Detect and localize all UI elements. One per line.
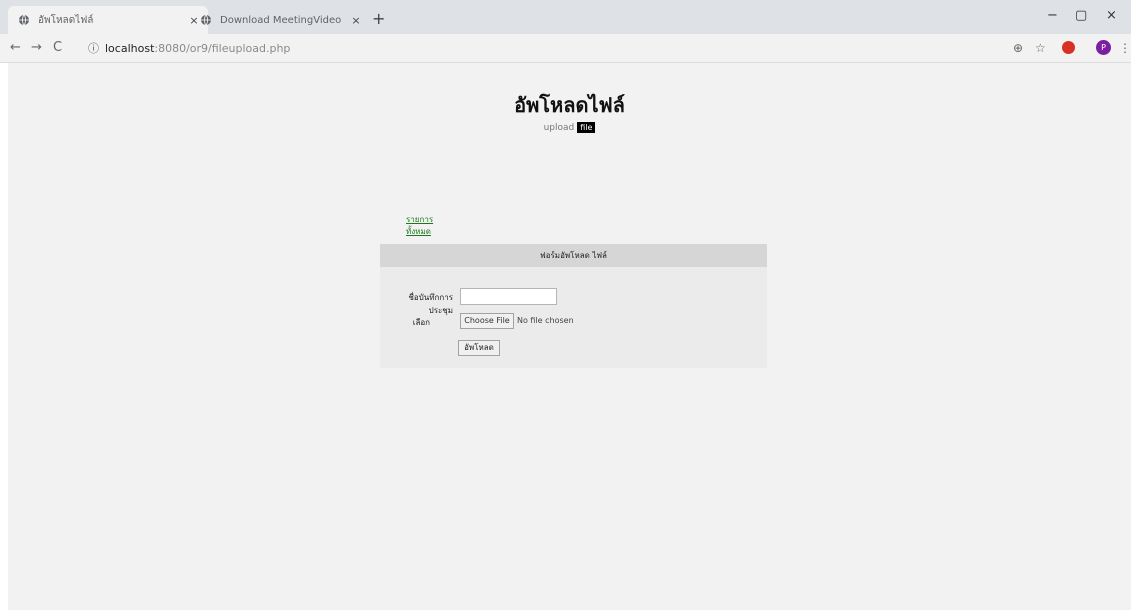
meeting-note-input[interactable] — [460, 288, 557, 305]
new-tab-button[interactable]: + — [372, 11, 385, 27]
file-label: เลือก — [412, 318, 430, 327]
subtitle-tag: file — [577, 122, 596, 133]
bookmark-star-icon[interactable]: ☆ — [1035, 41, 1046, 55]
tab-strip: อัพโหลดไฟล์ × Download MeetingVideo × + … — [0, 0, 1131, 34]
all-link[interactable]: ทั้งหมด — [406, 225, 431, 238]
tab-title: Download MeetingVideo — [220, 14, 342, 26]
tab-title: อัพโหลดไฟล์ — [38, 14, 94, 26]
url-host: localhost — [105, 41, 155, 55]
tab-upload[interactable]: อัพโหลดไฟล์ × — [8, 6, 208, 34]
browser-menu-icon[interactable]: ⋮ — [1119, 41, 1131, 55]
subtitle-text: upload — [543, 123, 575, 133]
browser-window: อัพโหลดไฟล์ × Download MeetingVideo × + … — [0, 0, 1131, 610]
adblock-extension-icon[interactable] — [1062, 41, 1075, 54]
info-icon[interactable]: ⓘ — [88, 40, 99, 56]
back-icon[interactable]: ← — [10, 40, 21, 55]
minimize-button[interactable]: − — [1047, 8, 1058, 23]
browser-toolbar: ← → C ⓘ localhost:8080/or9/fileupload.ph… — [0, 34, 1131, 63]
page-content: อัพโหลดไฟล์ upload file รายการ ทั้งหมด ฟอ… — [8, 63, 1131, 610]
reload-icon[interactable]: C — [53, 40, 62, 55]
globe-icon — [200, 14, 212, 26]
page-subtitle: upload file — [8, 122, 1131, 133]
upload-form-header: ฟอร์มอัพโหลด ไฟล์ — [380, 244, 767, 267]
profile-avatar[interactable]: P — [1096, 40, 1111, 55]
close-tab-icon[interactable]: × — [348, 14, 364, 27]
forward-icon[interactable]: → — [31, 40, 42, 55]
address-bar[interactable]: ⓘ localhost:8080/or9/fileupload.php — [88, 39, 1018, 57]
tab-download-meeting-video[interactable]: Download MeetingVideo × — [190, 6, 370, 34]
upload-button[interactable]: อัพโหลด — [458, 340, 500, 356]
url-path: :8080/or9/fileupload.php — [154, 41, 291, 55]
page-title: อัพโหลดไฟล์ — [514, 93, 625, 117]
close-window-button[interactable]: × — [1106, 8, 1117, 23]
file-status: No file chosen — [517, 316, 574, 325]
globe-icon — [18, 14, 30, 26]
upload-form: ชื่อบันทึกการประชุม เลือก Choose File No… — [380, 267, 767, 368]
choose-file-button[interactable]: Choose File — [460, 313, 514, 329]
zoom-icon[interactable]: ⊕ — [1013, 41, 1023, 55]
restore-button[interactable]: ▢ — [1075, 8, 1087, 23]
meeting-note-label: ชื่อบันทึกการประชุม — [408, 293, 453, 315]
